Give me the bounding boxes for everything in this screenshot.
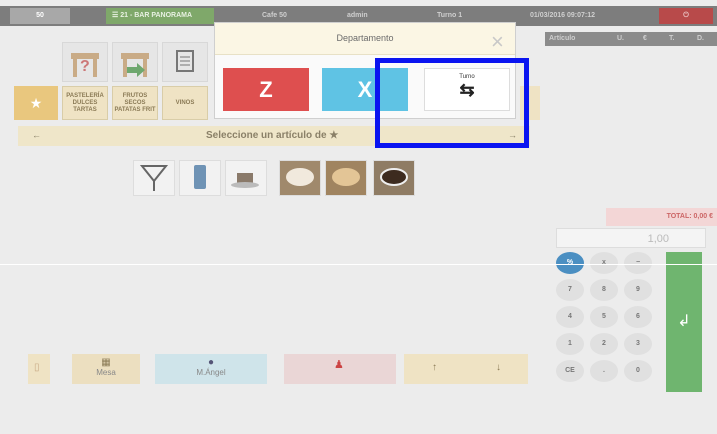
user-icon: ● xyxy=(207,357,215,368)
keypad-key[interactable]: 5 xyxy=(590,306,618,328)
door-icon: ▯ xyxy=(34,362,40,373)
category-vinos[interactable]: VINOS xyxy=(162,86,208,120)
keypad-key[interactable]: 6 xyxy=(624,306,652,328)
modal-title: Departamento xyxy=(336,33,394,43)
keypad-key[interactable]: 9 xyxy=(624,279,652,301)
latte-icon xyxy=(332,168,360,186)
keypad-key[interactable]: . xyxy=(590,360,618,382)
category-pasteleria[interactable]: PASTELERÍA DULCES TARTAS xyxy=(62,86,108,120)
col-units: U. xyxy=(617,35,624,42)
martini-icon xyxy=(139,165,169,191)
mesa-button[interactable]: ▦ Mesa xyxy=(72,354,140,384)
list-button[interactable] xyxy=(162,42,208,82)
product-cappuccino[interactable] xyxy=(279,160,321,196)
table-selector[interactable]: ☰ 21 - BAR PANORAMA xyxy=(106,8,214,24)
keypad-key[interactable]: % xyxy=(556,252,584,274)
prev-arrow[interactable]: ← xyxy=(32,130,41,140)
keypad-key[interactable]: CE xyxy=(556,360,584,382)
product-coffee-cup[interactable] xyxy=(225,160,267,196)
scroll-buttons: ↑ ↓ xyxy=(404,354,528,384)
enter-arrow-icon: ↲ xyxy=(677,313,691,330)
move-table-button[interactable] xyxy=(112,42,158,82)
keypad-key[interactable]: 2 xyxy=(590,333,618,355)
power-icon: ⏻ xyxy=(683,12,689,19)
help-table-button[interactable]: ? xyxy=(62,42,108,82)
total-label: TOTAL: 0,00 € xyxy=(606,208,717,226)
user-code[interactable]: 50 xyxy=(10,8,70,24)
mesa-icon: ▦ xyxy=(101,357,111,368)
product-can[interactable] xyxy=(179,160,221,196)
keypad-key[interactable]: 8 xyxy=(590,279,618,301)
col-price: € xyxy=(643,35,647,42)
group-icon: ♟ xyxy=(334,359,344,371)
col-discount: D. xyxy=(697,35,704,42)
order-table-header: Artículo U. € T. D. xyxy=(545,32,717,46)
category-favorites[interactable]: ★ xyxy=(14,86,58,120)
col-articulo: Artículo xyxy=(549,35,576,42)
article-bar-text: Seleccione un artículo de ★ xyxy=(206,130,339,141)
table-name: 21 - BAR PANORAMA xyxy=(120,12,193,19)
list-icon xyxy=(176,50,194,72)
product-martini[interactable] xyxy=(133,160,175,196)
highlight-box xyxy=(375,58,529,148)
table-arrow-icon xyxy=(121,53,149,77)
scroll-up-arrow[interactable]: ↑ xyxy=(432,362,437,373)
product-espresso[interactable] xyxy=(373,160,415,196)
enter-button[interactable]: ↲ xyxy=(666,252,702,392)
espresso-icon xyxy=(380,168,408,186)
amount-display: 1,00 xyxy=(556,228,706,248)
keypad-key[interactable]: 7 xyxy=(556,279,584,301)
modal-close-icon[interactable]: × xyxy=(491,31,504,53)
cappuccino-icon xyxy=(286,168,314,186)
col-total: T. xyxy=(669,35,675,42)
can-icon xyxy=(194,165,206,189)
keypad-key[interactable]: − xyxy=(624,252,652,274)
table-question-icon: ? xyxy=(71,53,99,77)
scroll-down-arrow[interactable]: ↓ xyxy=(496,362,501,373)
bottom-left-button[interactable]: ▯ xyxy=(28,354,50,384)
svg-text:?: ? xyxy=(80,58,90,75)
power-button[interactable]: ⏻ xyxy=(659,8,713,24)
product-latte[interactable] xyxy=(325,160,367,196)
menu-icon: ☰ xyxy=(112,12,121,19)
star-icon: ★ xyxy=(29,95,43,111)
coffee-cup-icon xyxy=(231,173,259,188)
user-name-label: M.Ángel xyxy=(196,368,226,377)
mesa-label: Mesa xyxy=(96,368,116,377)
keypad-key[interactable]: x xyxy=(590,252,618,274)
datetime-label: 01/03/2016 09:07:12 xyxy=(530,12,595,19)
category-frutos-secos[interactable]: FRUTOS SECOS PATATAS FRIT xyxy=(112,86,158,120)
user-button[interactable]: ● M.Ángel xyxy=(155,354,267,384)
z-report-button[interactable]: Z xyxy=(223,68,309,111)
keypad-key[interactable]: 1 xyxy=(556,333,584,355)
group-button[interactable]: ♟ xyxy=(284,354,396,384)
keypad-key[interactable]: 4 xyxy=(556,306,584,328)
divider-line xyxy=(0,264,717,265)
modal-header: Departamento xyxy=(215,23,515,55)
keypad-key[interactable]: 3 xyxy=(624,333,652,355)
keypad-key[interactable]: 0 xyxy=(624,360,652,382)
